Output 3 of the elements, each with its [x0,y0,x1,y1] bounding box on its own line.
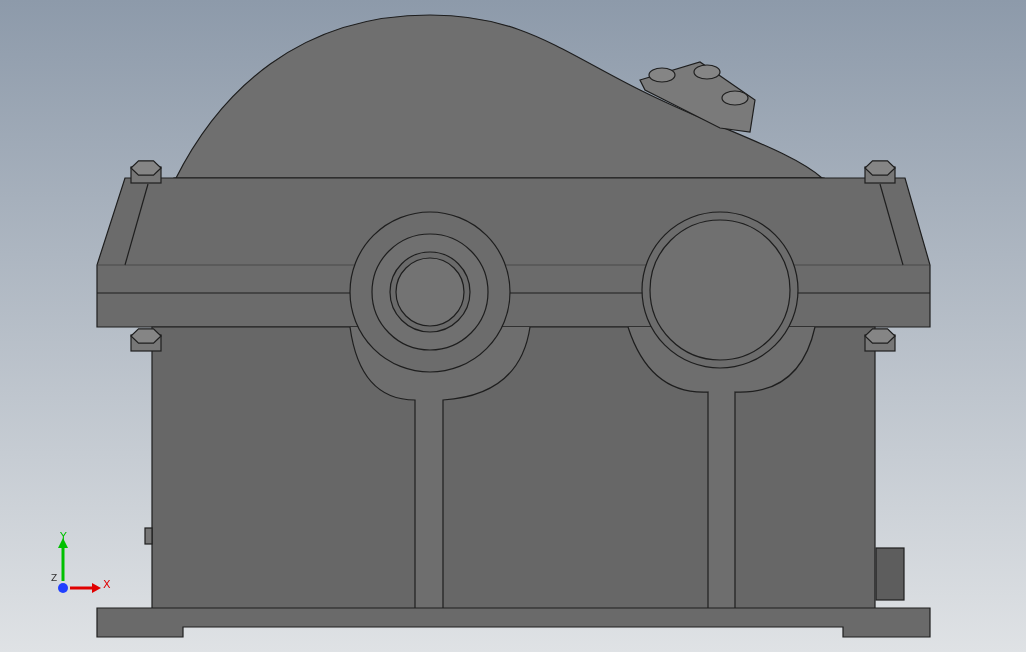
axis-label: Z [51,573,58,583]
axis-label: Y [60,530,67,543]
axis-label: X [103,578,111,591]
